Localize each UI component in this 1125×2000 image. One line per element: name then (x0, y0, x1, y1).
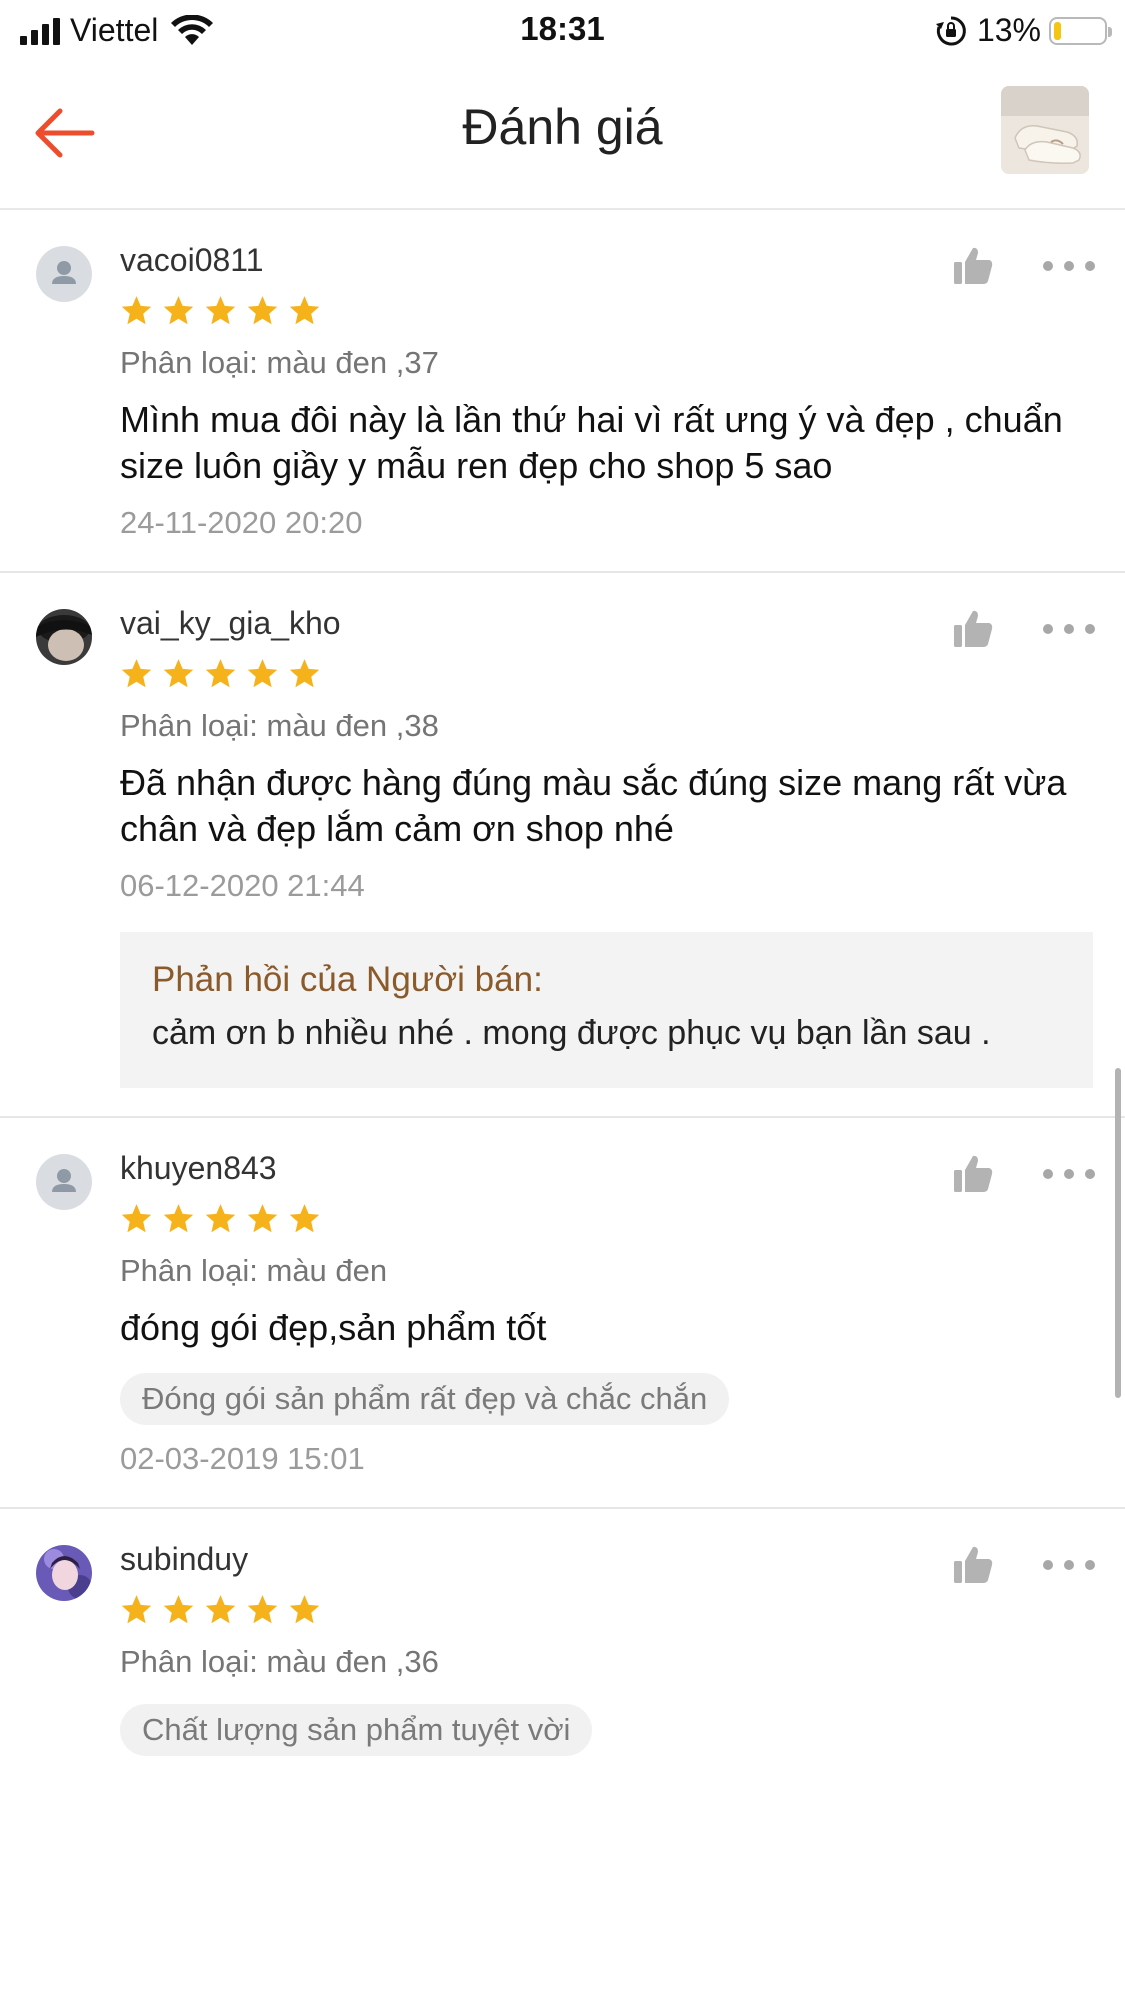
review-comment: Mình mua đôi này là lần thứ hai vì rất ư… (120, 399, 1063, 486)
review-variant: Phân loại: màu đen ,37 (120, 345, 439, 380)
battery-percent: 13% (976, 12, 1041, 48)
star-rating (120, 1593, 1125, 1626)
star-icon (205, 659, 236, 688)
rotation-lock-icon (935, 15, 966, 45)
star-icon (247, 296, 278, 325)
star-rating (120, 657, 1125, 690)
default-user-icon (52, 261, 76, 284)
star-icon (163, 1595, 194, 1624)
star-icon (289, 1204, 320, 1233)
review-item: subinduy Phân loại: màu đen ,36 Chất lượ… (0, 1509, 1125, 1784)
star-icon (163, 296, 194, 325)
review-item: khuyen843 Phân loại: màu đen đóng gói đẹ… (0, 1118, 1125, 1509)
star-icon (121, 1595, 152, 1624)
star-icon (289, 659, 320, 688)
avatar[interactable] (36, 609, 92, 665)
thumbs-up-icon[interactable] (951, 1543, 995, 1587)
star-rating (120, 1202, 1125, 1235)
battery-icon (1049, 16, 1112, 45)
nav-header: Đánh giá (0, 58, 1125, 210)
review-item: vai_ky_gia_kho Phân loại: màu đen ,38 Đã… (0, 573, 1125, 1118)
battery-level (1054, 21, 1061, 40)
review-tag: Đóng gói sản phẩm rất đẹp và chắc chắn (120, 1373, 730, 1425)
star-icon (121, 296, 152, 325)
review-date: 06-12-2020 21:44 (120, 868, 365, 903)
review-comment: Đã nhận được hàng đúng màu sắc đúng size… (120, 762, 1067, 849)
reviews-list: vacoi0811 Phân loại: màu đen ,37 Mình mu… (0, 210, 1125, 1784)
avatar[interactable] (36, 246, 92, 302)
thumbs-up-icon[interactable] (951, 1152, 995, 1196)
star-icon (205, 1204, 236, 1233)
seller-reply-text: cảm ơn b nhiều nhé . mong được phục vụ b… (152, 1014, 991, 1052)
star-icon (205, 1595, 236, 1624)
more-options-button[interactable] (1043, 607, 1095, 651)
more-options-button[interactable] (1043, 244, 1095, 288)
star-icon (205, 296, 236, 325)
shoe-image (1001, 86, 1089, 174)
more-options-button[interactable] (1043, 1543, 1095, 1587)
review-item: vacoi0811 Phân loại: màu đen ,37 Mình mu… (0, 210, 1125, 573)
star-icon (121, 659, 152, 688)
default-user-icon (52, 1169, 76, 1192)
review-comment: đóng gói đẹp,sản phẩm tốt (120, 1307, 547, 1348)
user-photo (36, 609, 92, 665)
star-rating (120, 294, 1125, 327)
more-options-button[interactable] (1043, 1152, 1095, 1196)
star-icon (247, 1204, 278, 1233)
star-icon (289, 296, 320, 325)
star-icon (163, 659, 194, 688)
review-variant: Phân loại: màu đen ,38 (120, 708, 439, 743)
thumbs-up-icon[interactable] (951, 607, 995, 651)
review-tag: Chất lượng sản phẩm tuyệt vời (120, 1704, 593, 1756)
review-variant: Phân loại: màu đen ,36 (120, 1644, 439, 1679)
user-photo (36, 1545, 92, 1601)
seller-reply: Phản hồi của Người bán: cảm ơn b nhiều n… (120, 932, 1093, 1088)
avatar[interactable] (36, 1545, 92, 1601)
star-icon (163, 1204, 194, 1233)
star-icon (247, 659, 278, 688)
avatar[interactable] (36, 1154, 92, 1210)
status-right: 13% (935, 12, 1112, 49)
star-icon (289, 1595, 320, 1624)
star-icon (247, 1595, 278, 1624)
star-icon (121, 1204, 152, 1233)
status-bar: Viettel 18:31 13% (0, 0, 1125, 58)
seller-reply-title: Phản hồi của Người bán: (152, 960, 543, 999)
review-date: 02-03-2019 15:01 (120, 1441, 365, 1476)
page-title: Đánh giá (462, 99, 663, 155)
thumbs-up-icon[interactable] (951, 244, 995, 288)
scrollbar[interactable] (1115, 1068, 1121, 1398)
review-variant: Phân loại: màu đen (120, 1253, 388, 1288)
review-date: 24-11-2020 20:20 (120, 505, 363, 540)
product-thumbnail[interactable] (1001, 86, 1089, 174)
